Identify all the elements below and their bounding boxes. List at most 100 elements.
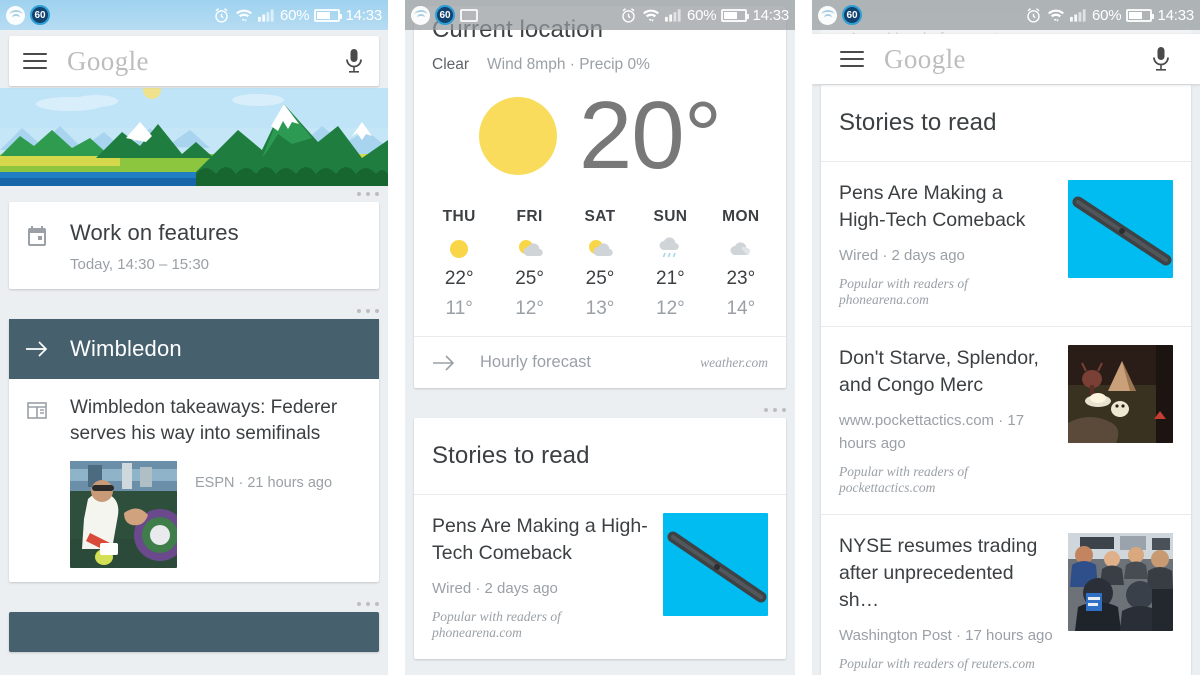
- wifi-icon: [1047, 7, 1065, 23]
- arrow-right-icon: [25, 340, 51, 358]
- spotify-icon: [411, 5, 430, 25]
- forecast-day-label: MON: [722, 208, 760, 225]
- notification-count-badge: 60: [435, 5, 455, 25]
- screenshot-triptych: Work on features Today, 14:30 – 15:30 Wi…: [0, 0, 1200, 675]
- status-bar-clock: 14:33: [345, 6, 382, 24]
- hourly-forecast-label: Hourly forecast: [480, 353, 591, 371]
- list-item[interactable]: Pens Are Making a High-Tech Comeback Wir…: [414, 494, 786, 659]
- stories-card[interactable]: Stories to read Pens Are Making a High-T…: [414, 418, 786, 659]
- forecast-day: SAT 25° 13°: [565, 208, 635, 320]
- search-bar-container: Google: [0, 30, 388, 94]
- federer-thumbnail: [70, 461, 177, 568]
- story-title: Pens Are Making a High-Tech Comeback: [839, 182, 1026, 231]
- forecast-high: 23°: [726, 268, 756, 289]
- hourly-forecast-row[interactable]: Hourly forecast weather.com: [414, 336, 786, 388]
- alarm-clock-icon: [213, 7, 230, 24]
- cards-stack-panel1: Work on features Today, 14:30 – 15:30 Wi…: [0, 186, 388, 652]
- panel-divider: [795, 0, 812, 675]
- story-popularity: Popular with readers of reuters.com: [839, 656, 1035, 671]
- forecast-low: 12°: [656, 298, 685, 319]
- story-source: Wired · 2 days ago: [432, 580, 558, 597]
- story-source: Washington Post · 17 hours ago: [839, 627, 1053, 644]
- forecast-low: 13°: [585, 298, 615, 319]
- story-popularity: Popular with readers of phonearena.com: [432, 609, 561, 640]
- notification-count-badge: 60: [842, 5, 862, 25]
- spotify-icon: [6, 5, 25, 25]
- battery-icon: [314, 8, 343, 22]
- status-bar-clock: 14:33: [1157, 6, 1194, 24]
- forecast-high: 21°: [656, 268, 685, 289]
- google-logo-text: Google: [884, 43, 966, 74]
- microphone-icon[interactable]: [1150, 45, 1172, 73]
- google-search-bar[interactable]: Google: [9, 36, 379, 86]
- forecast-day-label: FRI: [516, 208, 543, 225]
- news-article-icon: [25, 395, 51, 568]
- card-overflow-dots[interactable]: [0, 596, 388, 612]
- wimbledon-card[interactable]: Wimbledon Wimbledon takeaways: Federer s…: [9, 319, 379, 582]
- status-bar-clock: 14:33: [752, 6, 789, 24]
- forecast-low: 11°: [445, 298, 473, 319]
- forecast-day: MON 23° 14°: [706, 208, 776, 320]
- list-item[interactable]: Don't Starve, Splendor, and Congo Merc w…: [821, 326, 1191, 514]
- rain-icon: [635, 234, 705, 264]
- weather-card[interactable]: Current location Clear Wind 8mph · Preci…: [414, 6, 786, 388]
- weather-details: Wind 8mph · Precip 0%: [487, 56, 650, 73]
- forecast-low: 14°: [726, 298, 756, 319]
- panel-google-now-home: Work on features Today, 14:30 – 15:30 Wi…: [0, 0, 388, 675]
- forecast-day-label: THU: [442, 208, 476, 225]
- partly-cloudy-icon: [565, 234, 635, 264]
- hamburger-menu-icon[interactable]: [23, 53, 47, 69]
- card-overflow-dots[interactable]: [0, 186, 388, 202]
- card-overflow-dots[interactable]: [0, 303, 388, 319]
- status-bar: 60 60% 14:33: [405, 0, 795, 30]
- signal-bars-icon: [258, 8, 275, 22]
- microphone-icon[interactable]: [343, 47, 365, 75]
- story-title: NYSE resumes trading after unprecedented…: [839, 535, 1038, 611]
- spotify-icon: [818, 5, 837, 25]
- calendar-icon: [25, 220, 51, 273]
- arrow-right-icon: [432, 354, 458, 372]
- calendar-card[interactable]: Work on features Today, 14:30 – 15:30: [9, 202, 379, 289]
- list-item[interactable]: NYSE resumes trading after unprecedented…: [821, 514, 1191, 675]
- wifi-icon: [642, 7, 660, 23]
- battery-percent-label: 60%: [687, 6, 717, 24]
- forecast-day-label: SAT: [584, 208, 616, 225]
- wimbledon-article-title: Wimbledon takeaways: Federer serves his …: [70, 397, 338, 444]
- calendar-event-time: Today, 14:30 – 15:30: [70, 256, 209, 273]
- forecast-low: 12°: [515, 298, 544, 319]
- forecast-day: SUN 21° 12°: [635, 208, 705, 320]
- wimbledon-card-header[interactable]: Wimbledon: [9, 319, 379, 379]
- next-card-partial[interactable]: [9, 612, 379, 652]
- story-thumbnail: [1068, 533, 1173, 631]
- story-source: www.pockettactics.com · 17 hours ago: [839, 412, 1025, 452]
- forecast-row: THU 22° 11° FRI 25° 12° SAT 25° 13° SUN …: [414, 202, 786, 336]
- stories-card[interactable]: Stories to read Pens Are Making a High-T…: [821, 85, 1191, 675]
- story-popularity: Popular with readers of phonearena.com: [839, 276, 968, 307]
- story-title: Don't Starve, Splendor, and Congo Merc: [839, 347, 1039, 396]
- wifi-icon: [235, 7, 253, 23]
- battery-percent-label: 60%: [280, 6, 310, 24]
- list-item[interactable]: Pens Are Making a High-Tech Comeback Wir…: [821, 161, 1191, 326]
- mountain-scenery-illustration: [0, 88, 388, 186]
- search-bar-container: Google: [812, 30, 1200, 92]
- alarm-clock-icon: [620, 7, 637, 24]
- cards-stack-panel2: Current location Clear Wind 8mph · Preci…: [405, 6, 795, 659]
- status-bar: 60 60% 14:33: [812, 0, 1200, 30]
- google-search-bar[interactable]: Google: [812, 34, 1200, 84]
- card-overflow-dots[interactable]: [405, 402, 795, 418]
- google-logo-text: Google: [67, 45, 149, 76]
- signal-bars-icon: [1070, 8, 1087, 22]
- cloudy-icon: [706, 234, 776, 264]
- signal-bars-icon: [665, 8, 682, 22]
- sun-icon: [478, 97, 557, 175]
- story-source: Wired · 2 days ago: [839, 247, 965, 264]
- wimbledon-title: Wimbledon: [70, 336, 182, 361]
- hamburger-menu-icon[interactable]: [840, 51, 864, 67]
- panel-stories-scrolled: Hourly forecast weather.com Stories to r…: [812, 0, 1200, 675]
- forecast-day-label: SUN: [653, 208, 688, 225]
- story-thumbnail: [1068, 180, 1173, 278]
- battery-icon: [1126, 8, 1155, 22]
- story-popularity: Popular with readers of pockettactics.co…: [839, 464, 968, 495]
- calendar-event-title: Work on features: [70, 220, 239, 245]
- notification-count-badge: 60: [30, 5, 50, 25]
